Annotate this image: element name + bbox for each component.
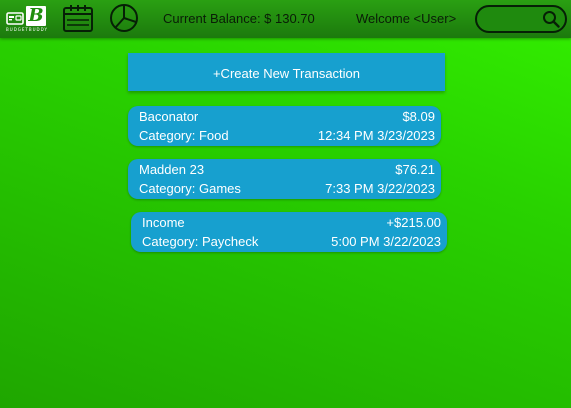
transaction-category: Category: Food [139,128,229,143]
search-input[interactable] [487,11,543,27]
transaction-amount: $8.09 [402,109,435,124]
transaction-amount: +$215.00 [386,215,441,230]
transaction-name: Baconator [139,109,199,124]
transaction-card[interactable]: Madden 23 $76.21 Category: Games 7:33 PM… [128,159,441,199]
transaction-timestamp: 5:00 PM 3/22/2023 [331,234,441,249]
transaction-timestamp: 12:34 PM 3/23/2023 [317,128,435,143]
transaction-name: Madden 23 [139,162,205,177]
transaction-card[interactable]: Income +$215.00 Category: Paycheck 5:00 … [131,212,447,252]
search-icon[interactable] [542,10,560,28]
logo-tagline: BUDGETBUDDY [6,27,48,32]
logo-letter: B [26,6,46,26]
transaction-card[interactable]: Baconator $8.09 Category: Food 12:34 PM … [128,106,441,146]
pie-chart-icon[interactable] [108,3,140,33]
calendar-icon[interactable] [62,3,94,33]
budget-buddy-logo[interactable]: B BUDGETBUDDY [6,6,48,33]
wallet-icon [6,12,24,25]
welcome-user: Welcome <User> [356,11,457,26]
search-box[interactable] [475,5,567,33]
create-transaction-label: +Create New Transaction [212,66,361,81]
top-navigation-bar: B BUDGETBUDDY Current Balance: $ 130.70 … [0,0,571,38]
transaction-amount: $76.21 [395,162,435,177]
transaction-timestamp: 7:33 PM 3/22/2023 [325,181,435,196]
current-balance: Current Balance: $ 130.70 [163,11,315,26]
transaction-name: Income [142,215,185,230]
transaction-category: Category: Games [139,181,241,196]
transaction-category: Category: Paycheck [142,234,259,249]
create-transaction-button[interactable]: +Create New Transaction [128,53,445,91]
